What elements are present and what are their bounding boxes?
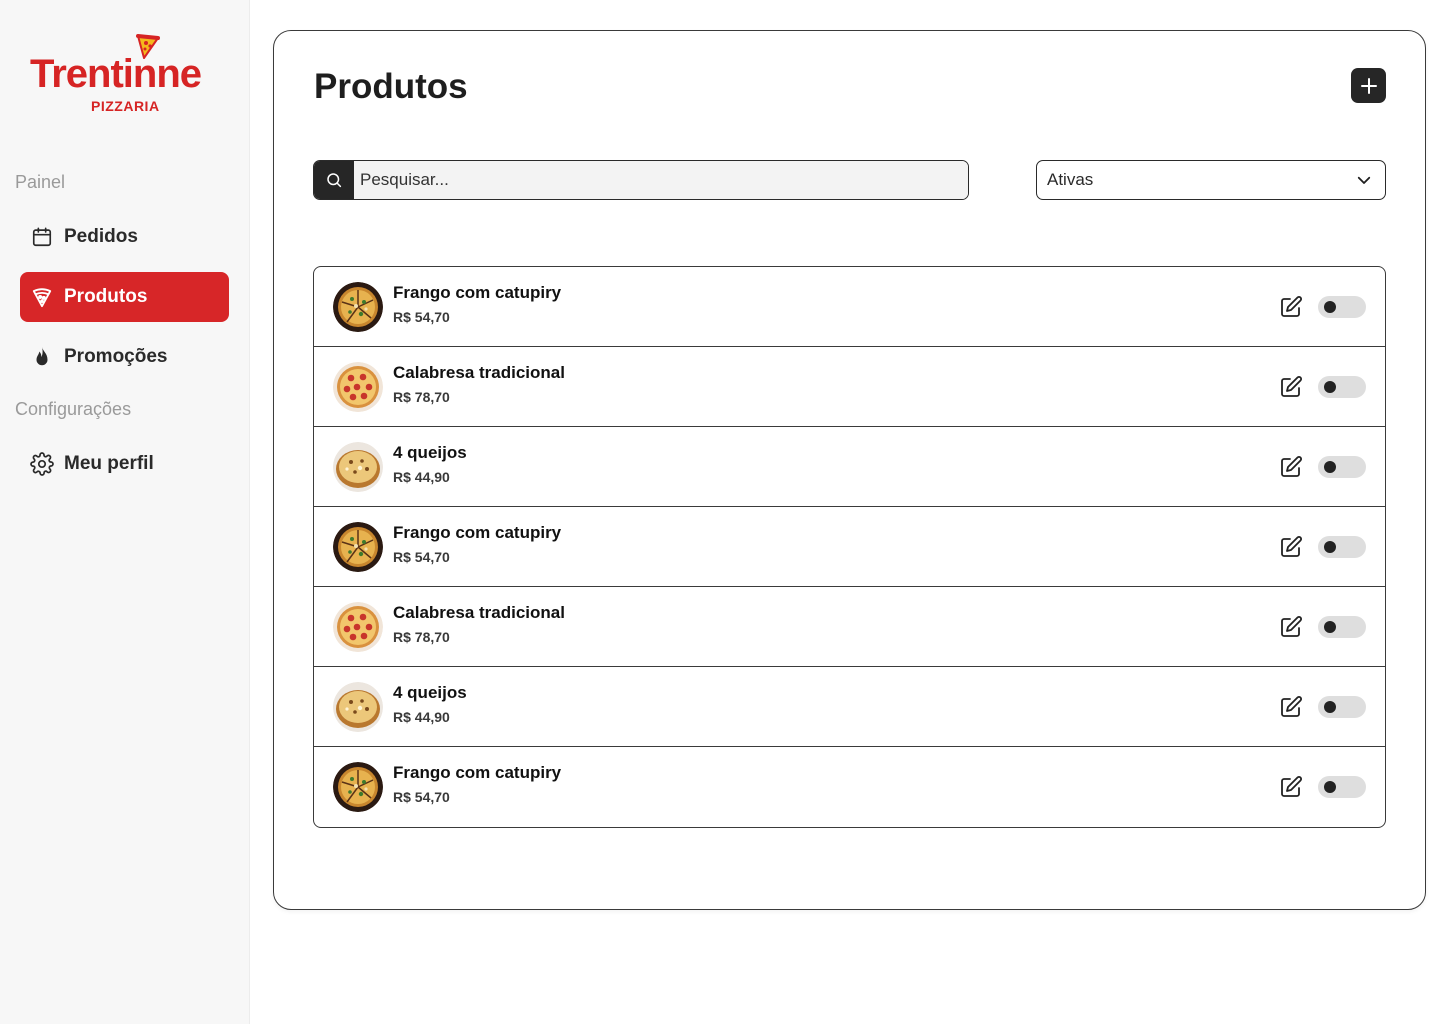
add-product-button[interactable] — [1351, 68, 1386, 103]
product-price: R$ 78,70 — [393, 389, 450, 405]
brand-logo[interactable]: Trentinne PIZZARIA — [30, 32, 222, 118]
brand-subtitle: PIZZARIA — [91, 98, 160, 114]
pizza-slice-icon — [30, 285, 54, 309]
product-price: R$ 54,70 — [393, 789, 450, 805]
product-name: Frango com catupiry — [393, 523, 562, 542]
sidebar-item-meu-perfil[interactable]: Meu perfil — [20, 439, 229, 489]
product-image — [333, 361, 383, 412]
table-row[interactable]: Frango com catupiry R$ 54,70 — [314, 507, 1385, 587]
toggle-knob — [1324, 300, 1336, 313]
product-price: R$ 54,70 — [393, 309, 450, 325]
gear-icon — [30, 452, 54, 476]
product-name: Frango com catupiry — [393, 283, 562, 302]
edit-icon[interactable] — [1279, 535, 1303, 559]
product-image — [333, 681, 383, 732]
calendar-icon — [30, 225, 54, 249]
edit-icon[interactable] — [1279, 615, 1303, 639]
product-name: Calabresa tradicional — [393, 603, 565, 622]
product-image — [333, 762, 383, 812]
toggle-knob — [1324, 700, 1336, 713]
product-image — [333, 521, 383, 572]
search-input[interactable] — [354, 161, 968, 199]
plus-icon — [1360, 77, 1377, 94]
edit-icon[interactable] — [1279, 775, 1303, 799]
sidebar-item-label: Promoções — [64, 346, 168, 367]
toggle-knob — [1324, 781, 1336, 793]
edit-icon[interactable] — [1279, 695, 1303, 719]
table-row[interactable]: Frango com catupiry R$ 54,70 — [314, 747, 1385, 827]
sidebar: Trentinne PIZZARIA Painel Pedidos Produt… — [0, 0, 250, 1024]
product-name: 4 queijos — [393, 443, 467, 462]
product-active-toggle[interactable] — [1318, 776, 1366, 798]
sidebar-item-label: Meu perfil — [64, 453, 154, 474]
chevron-down-icon — [1357, 176, 1371, 184]
edit-icon[interactable] — [1279, 295, 1303, 319]
sidebar-item-promocoes[interactable]: Promoções — [20, 332, 229, 382]
table-row[interactable]: Frango com catupiry R$ 54,70 — [314, 267, 1385, 347]
toggle-knob — [1324, 540, 1336, 553]
product-image — [333, 601, 383, 652]
product-active-toggle[interactable] — [1318, 615, 1366, 638]
product-image — [333, 281, 383, 332]
toggle-knob — [1324, 620, 1336, 633]
search-bar[interactable] — [313, 160, 969, 200]
product-active-toggle[interactable] — [1318, 295, 1366, 318]
product-price: R$ 44,90 — [393, 469, 450, 485]
status-filter-value: Ativas — [1047, 170, 1094, 189]
table-row[interactable]: Calabresa tradicional R$ 78,70 — [314, 347, 1385, 427]
products-panel: Produtos Ativas Frango — [273, 30, 1426, 910]
product-price: R$ 78,70 — [393, 629, 450, 645]
product-name: Calabresa tradicional — [393, 363, 565, 382]
product-active-toggle[interactable] — [1318, 375, 1366, 398]
product-price: R$ 44,90 — [393, 709, 450, 725]
section-label-configuracoes: Configurações — [15, 399, 132, 419]
product-name: 4 queijos — [393, 683, 467, 702]
product-price: R$ 54,70 — [393, 549, 450, 565]
product-info: Calabresa tradicional R$ 78,70 — [393, 363, 565, 405]
product-info: Frango com catupiry R$ 54,70 — [393, 283, 561, 325]
table-row[interactable]: Calabresa tradicional R$ 78,70 — [314, 587, 1385, 667]
table-row[interactable]: 4 queijos R$ 44,90 — [314, 427, 1385, 507]
product-active-toggle[interactable] — [1318, 535, 1366, 558]
product-name: Frango com catupiry — [393, 763, 562, 782]
product-active-toggle[interactable] — [1318, 695, 1366, 718]
product-list: Frango com catupiry R$ 54,70 Calabresa t… — [313, 266, 1386, 828]
product-info: Frango com catupiry R$ 54,70 — [393, 523, 561, 565]
search-icon[interactable] — [314, 161, 354, 199]
product-active-toggle[interactable] — [1318, 455, 1366, 478]
toggle-knob — [1324, 460, 1336, 473]
product-image — [333, 441, 383, 492]
flame-icon — [30, 345, 54, 369]
table-row[interactable]: 4 queijos R$ 44,90 — [314, 667, 1385, 747]
product-info: 4 queijos R$ 44,90 — [393, 443, 467, 485]
status-filter-select[interactable]: Ativas — [1036, 160, 1386, 200]
product-info: Calabresa tradicional R$ 78,70 — [393, 603, 565, 645]
product-info: 4 queijos R$ 44,90 — [393, 683, 467, 725]
product-info: Frango com catupiry R$ 54,70 — [393, 763, 561, 805]
sidebar-item-produtos[interactable]: Produtos — [20, 272, 229, 322]
toggle-knob — [1324, 380, 1336, 393]
brand-name: Trentinne — [30, 52, 202, 96]
section-label-painel: Painel — [15, 172, 66, 192]
edit-icon[interactable] — [1279, 455, 1303, 479]
page-title: Produtos — [314, 67, 468, 106]
sidebar-item-label: Produtos — [64, 286, 148, 307]
sidebar-item-label: Pedidos — [64, 226, 138, 247]
edit-icon[interactable] — [1279, 375, 1303, 399]
sidebar-item-pedidos[interactable]: Pedidos — [20, 212, 229, 262]
